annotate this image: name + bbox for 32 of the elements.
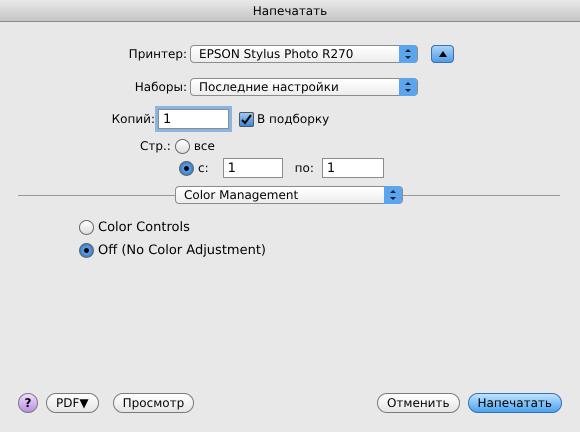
printer-label: Принтер: (128, 47, 187, 61)
collate-checkbox[interactable] (239, 112, 254, 126)
button[interactable]: Отменить (376, 393, 460, 413)
presets-label: Наборы: (134, 80, 187, 94)
window-title: Напечатать (252, 4, 328, 18)
radio-button[interactable] (79, 220, 94, 234)
radio-button[interactable] (174, 138, 190, 154)
radio-button[interactable] (179, 160, 194, 176)
color-option-label: Off (No Color Adjustment) (98, 242, 266, 258)
disclosure-button[interactable] (431, 45, 454, 63)
presets-popup[interactable]: Последние настройки (190, 78, 418, 96)
page-option-label: с: (198, 161, 209, 175)
help-button[interactable]: ? (18, 393, 38, 413)
stepper-arrows-icon (399, 45, 417, 63)
collate-label: В подборку (257, 112, 330, 126)
radio-button[interactable] (79, 242, 94, 258)
printer-popup[interactable]: EPSON Stylus Photo R270 (190, 45, 418, 63)
panel-popup[interactable]: Color Management (175, 186, 403, 204)
stepper-arrows-icon (384, 186, 402, 204)
copies-field[interactable]: 1 (158, 109, 229, 129)
button[interactable]: Просмотр (112, 393, 194, 413)
to-page-field[interactable]: 1 (322, 158, 384, 178)
default-button[interactable]: Напечатать (468, 393, 562, 413)
from-page-field[interactable]: 1 (222, 158, 283, 178)
to-page-label: по: (294, 161, 314, 175)
color-option-label: Color Controls (98, 220, 190, 234)
copies-label: Копий: (110, 112, 155, 126)
pages-label: Стр.: (140, 139, 171, 153)
stepper-arrows-icon (399, 78, 417, 96)
triangle-icon (438, 51, 446, 57)
button[interactable]: PDF▼ (46, 393, 99, 413)
page-option-label: все (194, 139, 215, 153)
